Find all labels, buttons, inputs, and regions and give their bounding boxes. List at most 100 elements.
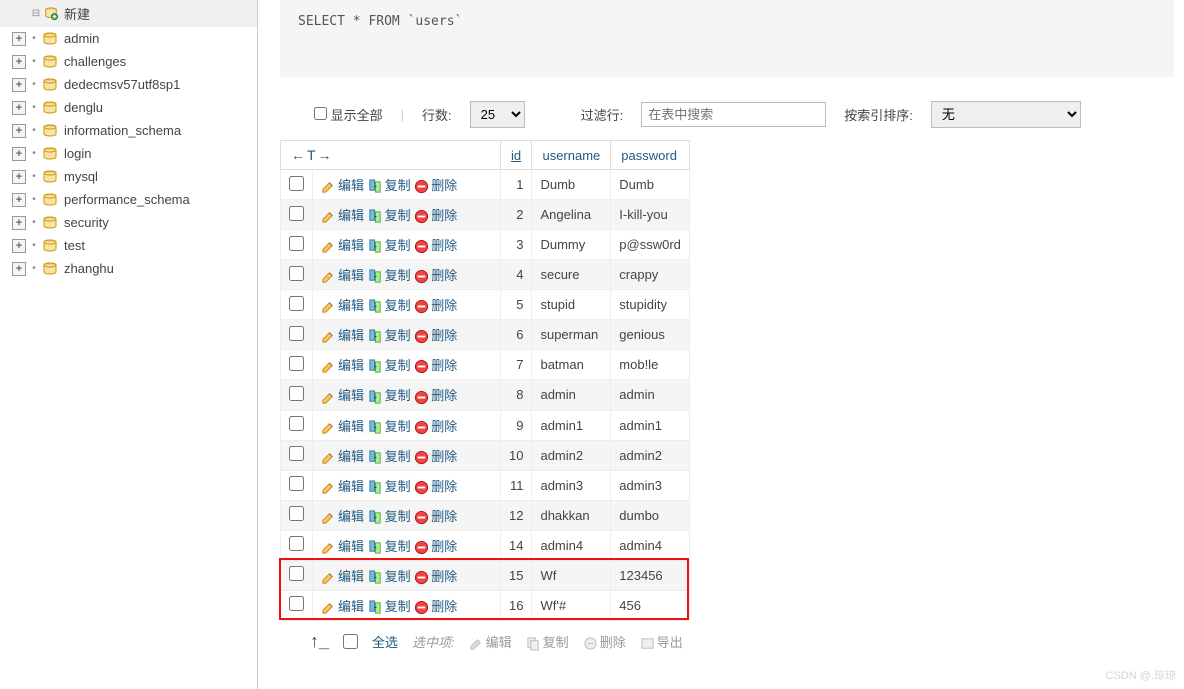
sidebar-new[interactable]: ⊟ 新建 [0, 0, 257, 27]
edit-link[interactable]: 编辑 [321, 599, 364, 614]
copy-link[interactable]: 复制 [368, 509, 411, 524]
copy-link[interactable]: 复制 [368, 328, 411, 343]
copy-link[interactable]: 复制 [368, 358, 411, 373]
row-checkbox[interactable] [289, 446, 304, 461]
edit-link[interactable]: 编辑 [321, 238, 364, 253]
copy-link[interactable]: 复制 [368, 449, 411, 464]
row-checkbox[interactable] [289, 536, 304, 551]
expand-icon[interactable]: + [12, 147, 26, 161]
edit-link[interactable]: 编辑 [321, 268, 364, 283]
row-checkbox[interactable] [289, 506, 304, 521]
copy-link[interactable]: 复制 [368, 178, 411, 193]
check-all-checkbox[interactable] [343, 634, 358, 649]
sort-by-index-select[interactable]: 无 [931, 101, 1081, 128]
expand-icon[interactable]: + [12, 262, 26, 276]
expand-icon[interactable]: + [12, 101, 26, 115]
delete-link[interactable]: 删除 [414, 328, 457, 343]
delete-link[interactable]: 删除 [414, 539, 457, 554]
edit-link[interactable]: 编辑 [321, 509, 364, 524]
expand-icon[interactable]: + [12, 55, 26, 69]
row-checkbox[interactable] [289, 326, 304, 341]
delete-link[interactable]: 删除 [414, 238, 457, 253]
delete-link[interactable]: 删除 [414, 419, 457, 434]
copy-link[interactable]: 复制 [368, 539, 411, 554]
copy-link[interactable]: 复制 [368, 569, 411, 584]
edit-link[interactable]: 编辑 [321, 419, 364, 434]
cell-password: admin [611, 380, 690, 410]
arrow-controls[interactable]: ←T→ [291, 147, 334, 163]
column-username[interactable]: username [532, 141, 611, 170]
row-checkbox-cell [281, 590, 313, 620]
delete-link[interactable]: 删除 [414, 388, 457, 403]
copy-link[interactable]: 复制 [368, 419, 411, 434]
edit-link[interactable]: 编辑 [321, 388, 364, 403]
sidebar-database-item[interactable]: +•challenges [0, 50, 257, 73]
check-all-label[interactable]: 全选 [372, 632, 398, 651]
delete-link[interactable]: 删除 [414, 509, 457, 524]
row-checkbox[interactable] [289, 416, 304, 431]
sidebar-database-item[interactable]: +•information_schema [0, 119, 257, 142]
copy-link[interactable]: 复制 [368, 388, 411, 403]
rows-per-page-select[interactable]: 25 [470, 101, 525, 128]
edit-link[interactable]: 编辑 [321, 539, 364, 554]
sidebar-database-item[interactable]: +•security [0, 211, 257, 234]
delete-link[interactable]: 删除 [414, 268, 457, 283]
row-checkbox[interactable] [289, 236, 304, 251]
cell-id: 4 [501, 260, 532, 290]
row-checkbox[interactable] [289, 266, 304, 281]
copy-link[interactable]: 复制 [368, 298, 411, 313]
delete-link[interactable]: 删除 [414, 449, 457, 464]
expand-icon[interactable]: + [12, 170, 26, 184]
delete-link[interactable]: 删除 [414, 599, 457, 614]
sidebar-database-item[interactable]: +•denglu [0, 96, 257, 119]
edit-link[interactable]: 编辑 [321, 208, 364, 223]
delete-link[interactable]: 删除 [414, 479, 457, 494]
copy-link[interactable]: 复制 [368, 238, 411, 253]
edit-link[interactable]: 编辑 [321, 358, 364, 373]
row-checkbox[interactable] [289, 566, 304, 581]
show-all-checkbox[interactable] [314, 107, 327, 120]
delete-link[interactable]: 删除 [414, 298, 457, 313]
expand-icon[interactable]: + [12, 78, 26, 92]
edit-link[interactable]: 编辑 [321, 479, 364, 494]
edit-link[interactable]: 编辑 [321, 569, 364, 584]
column-password[interactable]: password [611, 141, 690, 170]
expand-icon[interactable]: + [12, 193, 26, 207]
edit-link[interactable]: 编辑 [321, 298, 364, 313]
sidebar-database-item[interactable]: +•test [0, 234, 257, 257]
row-checkbox[interactable] [289, 206, 304, 221]
expand-icon[interactable]: + [12, 239, 26, 253]
cell-id: 15 [501, 560, 532, 590]
edit-link[interactable]: 编辑 [321, 449, 364, 464]
edit-link[interactable]: 编辑 [321, 328, 364, 343]
copy-link[interactable]: 复制 [368, 268, 411, 283]
row-checkbox[interactable] [289, 386, 304, 401]
row-checkbox[interactable] [289, 476, 304, 491]
delete-link[interactable]: 删除 [414, 569, 457, 584]
row-checkbox[interactable] [289, 176, 304, 191]
copy-link[interactable]: 复制 [368, 479, 411, 494]
row-checkbox[interactable] [289, 596, 304, 611]
row-checkbox[interactable] [289, 356, 304, 371]
show-all-group[interactable]: 显示全部 [314, 105, 383, 124]
expand-icon[interactable]: + [12, 216, 26, 230]
expand-icon[interactable]: + [12, 32, 26, 46]
expand-icon[interactable]: + [12, 124, 26, 138]
sidebar-database-item[interactable]: +•zhanghu [0, 257, 257, 280]
row-checkbox[interactable] [289, 296, 304, 311]
edit-link[interactable]: 编辑 [321, 178, 364, 193]
sidebar-database-item[interactable]: +•mysql [0, 165, 257, 188]
cell-password: admin1 [611, 410, 690, 440]
copy-link[interactable]: 复制 [368, 599, 411, 614]
column-id[interactable]: id [501, 141, 532, 170]
delete-link[interactable]: 删除 [414, 358, 457, 373]
sidebar-database-item[interactable]: +•login [0, 142, 257, 165]
sidebar-database-item[interactable]: +•admin [0, 27, 257, 50]
copy-link[interactable]: 复制 [368, 208, 411, 223]
delete-link[interactable]: 删除 [414, 208, 457, 223]
up-arrow-icon[interactable]: ↑_ [310, 631, 329, 652]
delete-link[interactable]: 删除 [414, 178, 457, 193]
sidebar-database-item[interactable]: +•dedecmsv57utf8sp1 [0, 73, 257, 96]
filter-input[interactable] [641, 102, 826, 127]
sidebar-database-item[interactable]: +•performance_schema [0, 188, 257, 211]
